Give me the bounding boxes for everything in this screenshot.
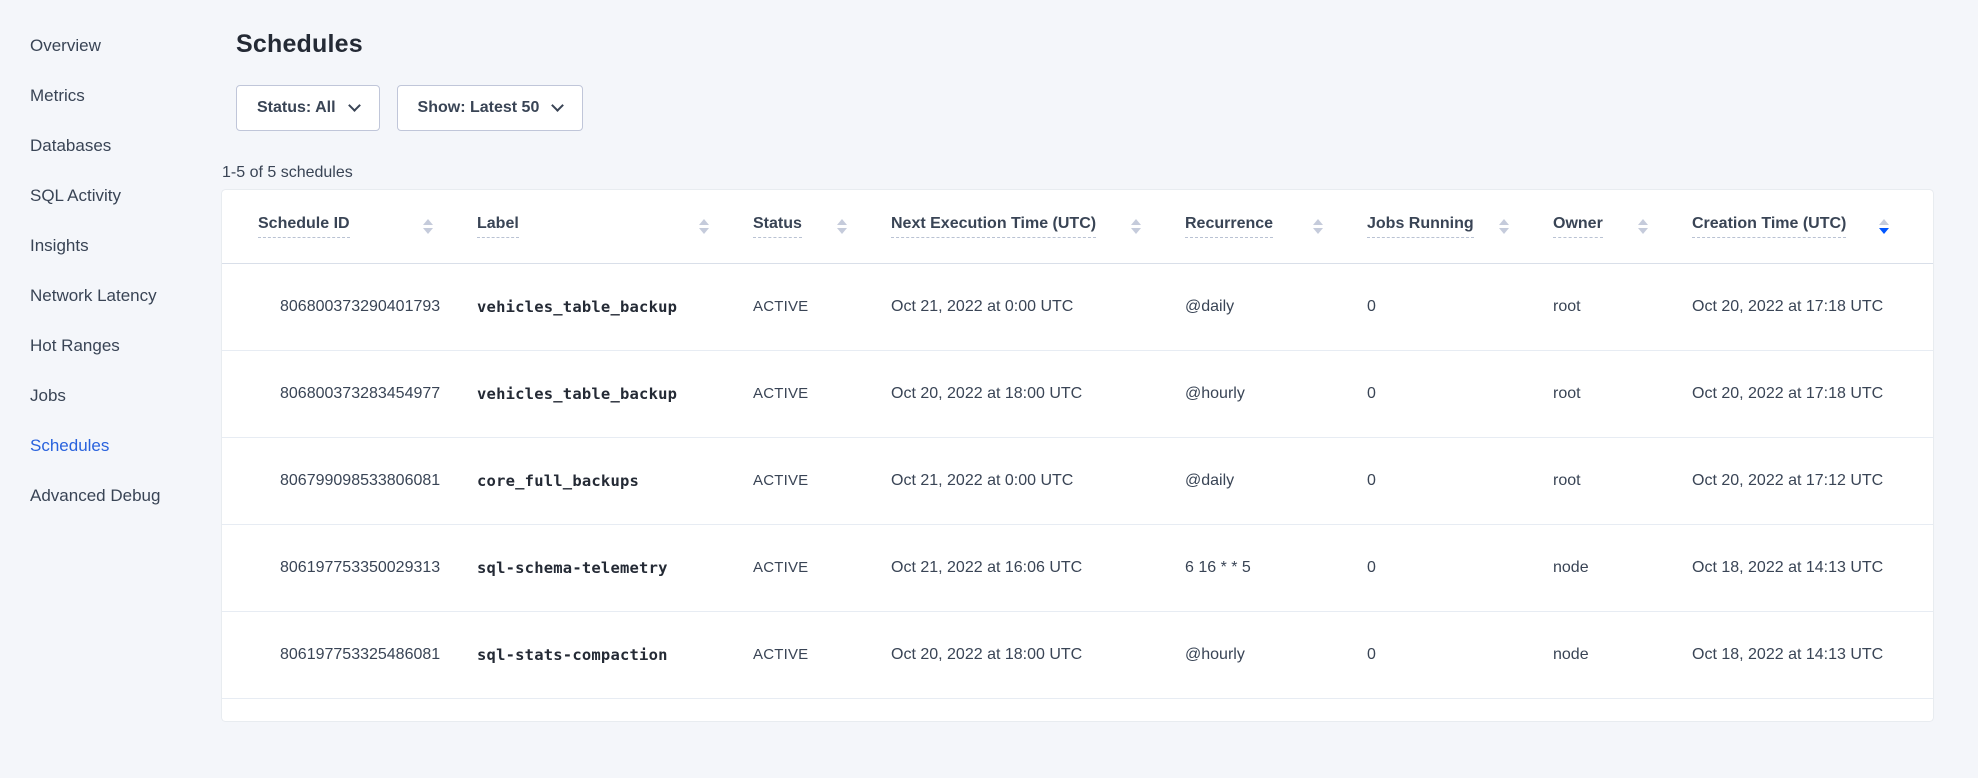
page-title: Schedules	[236, 30, 1933, 59]
column-header-owner[interactable]: Owner	[1553, 190, 1692, 263]
table-row: 806197753350029313 sql-schema-telemetry …	[222, 524, 1933, 611]
chevron-down-icon	[551, 99, 564, 112]
sidebar-item-databases[interactable]: Databases	[0, 136, 222, 155]
cell-label: sql-stats-compaction	[477, 611, 753, 698]
status-filter-dropdown[interactable]: Status: All	[236, 85, 380, 131]
sidebar-item-hot-ranges[interactable]: Hot Ranges	[0, 336, 222, 355]
cell-owner: root	[1553, 350, 1692, 437]
sidebar-item-network-latency[interactable]: Network Latency	[0, 286, 222, 305]
cell-recurrence: 6 16 * * 5	[1185, 524, 1367, 611]
cell-next-execution: Oct 20, 2022 at 18:00 UTC	[891, 350, 1185, 437]
cell-status: ACTIVE	[753, 263, 891, 350]
chevron-down-icon	[348, 99, 361, 112]
cell-status: ACTIVE	[753, 524, 891, 611]
column-header-next-execution[interactable]: Next Execution Time (UTC)	[891, 190, 1185, 263]
cell-schedule-id: 806197753325486081	[222, 611, 477, 698]
cell-status: ACTIVE	[753, 611, 891, 698]
cell-schedule-id: 806800373283454977	[222, 350, 477, 437]
status-filter-label: Status: All	[257, 99, 336, 117]
cell-next-execution: Oct 21, 2022 at 0:00 UTC	[891, 437, 1185, 524]
cell-owner: root	[1553, 437, 1692, 524]
cell-creation-time: Oct 18, 2022 at 14:13 UTC	[1692, 611, 1933, 698]
sort-icon	[1879, 219, 1889, 234]
cell-next-execution: Oct 20, 2022 at 18:00 UTC	[891, 611, 1185, 698]
cell-owner: node	[1553, 524, 1692, 611]
cell-label: core_full_backups	[477, 437, 753, 524]
cell-label: sql-schema-telemetry	[477, 524, 753, 611]
cell-jobs-running: 0	[1367, 350, 1553, 437]
schedules-table-card: Schedule ID Label Status Next Execution …	[222, 190, 1933, 721]
sort-icon	[423, 219, 433, 234]
column-header-jobs-running[interactable]: Jobs Running	[1367, 190, 1553, 263]
sort-icon	[1313, 219, 1323, 234]
show-filter-label: Show: Latest 50	[418, 99, 540, 117]
table-header-row: Schedule ID Label Status Next Execution …	[222, 190, 1933, 263]
sidebar-item-jobs[interactable]: Jobs	[0, 386, 222, 405]
cell-recurrence: @daily	[1185, 437, 1367, 524]
sidebar-item-overview[interactable]: Overview	[0, 36, 222, 55]
cell-jobs-running: 0	[1367, 611, 1553, 698]
filter-bar: Status: All Show: Latest 50	[236, 85, 1933, 131]
table-row: 806799098533806081 core_full_backups ACT…	[222, 437, 1933, 524]
column-header-creation-time[interactable]: Creation Time (UTC)	[1692, 190, 1933, 263]
sidebar: Overview Metrics Databases SQL Activity …	[0, 0, 222, 778]
cell-jobs-running: 0	[1367, 437, 1553, 524]
cell-creation-time: Oct 20, 2022 at 17:12 UTC	[1692, 437, 1933, 524]
cell-owner: node	[1553, 611, 1692, 698]
main-content: Schedules Status: All Show: Latest 50 1-…	[222, 0, 1978, 778]
sidebar-item-metrics[interactable]: Metrics	[0, 86, 222, 105]
sidebar-item-insights[interactable]: Insights	[0, 236, 222, 255]
sidebar-item-advanced-debug[interactable]: Advanced Debug	[0, 486, 222, 505]
cell-schedule-id: 806197753350029313	[222, 524, 477, 611]
cell-creation-time: Oct 20, 2022 at 17:18 UTC	[1692, 263, 1933, 350]
column-header-label[interactable]: Label	[477, 190, 753, 263]
cell-schedule-id: 806800373290401793	[222, 263, 477, 350]
table-row: 806800373290401793 vehicles_table_backup…	[222, 263, 1933, 350]
sort-icon	[837, 219, 847, 234]
sidebar-item-schedules[interactable]: Schedules	[0, 436, 222, 455]
cell-label: vehicles_table_backup	[477, 263, 753, 350]
cell-label: vehicles_table_backup	[477, 350, 753, 437]
cell-recurrence: @daily	[1185, 263, 1367, 350]
cell-jobs-running: 0	[1367, 524, 1553, 611]
sort-icon	[1131, 219, 1141, 234]
table-row: 806197753325486081 sql-stats-compaction …	[222, 611, 1933, 698]
column-header-schedule-id[interactable]: Schedule ID	[222, 190, 477, 263]
sort-icon	[1638, 219, 1648, 234]
cell-status: ACTIVE	[753, 350, 891, 437]
column-header-status[interactable]: Status	[753, 190, 891, 263]
cell-creation-time: Oct 20, 2022 at 17:18 UTC	[1692, 350, 1933, 437]
sidebar-item-sql-activity[interactable]: SQL Activity	[0, 186, 222, 205]
sidebar-nav-list: Overview Metrics Databases SQL Activity …	[0, 36, 222, 505]
schedules-table: Schedule ID Label Status Next Execution …	[222, 190, 1933, 699]
cell-creation-time: Oct 18, 2022 at 14:13 UTC	[1692, 524, 1933, 611]
sort-icon	[1499, 219, 1509, 234]
cell-next-execution: Oct 21, 2022 at 16:06 UTC	[891, 524, 1185, 611]
cell-jobs-running: 0	[1367, 263, 1553, 350]
cell-schedule-id: 806799098533806081	[222, 437, 477, 524]
show-filter-dropdown[interactable]: Show: Latest 50	[397, 85, 584, 131]
cell-recurrence: @hourly	[1185, 350, 1367, 437]
table-row: 806800373283454977 vehicles_table_backup…	[222, 350, 1933, 437]
cell-owner: root	[1553, 263, 1692, 350]
column-header-recurrence[interactable]: Recurrence	[1185, 190, 1367, 263]
cell-next-execution: Oct 21, 2022 at 0:00 UTC	[891, 263, 1185, 350]
cell-status: ACTIVE	[753, 437, 891, 524]
sort-icon	[699, 219, 709, 234]
cell-recurrence: @hourly	[1185, 611, 1367, 698]
results-summary: 1-5 of 5 schedules	[222, 164, 1933, 182]
